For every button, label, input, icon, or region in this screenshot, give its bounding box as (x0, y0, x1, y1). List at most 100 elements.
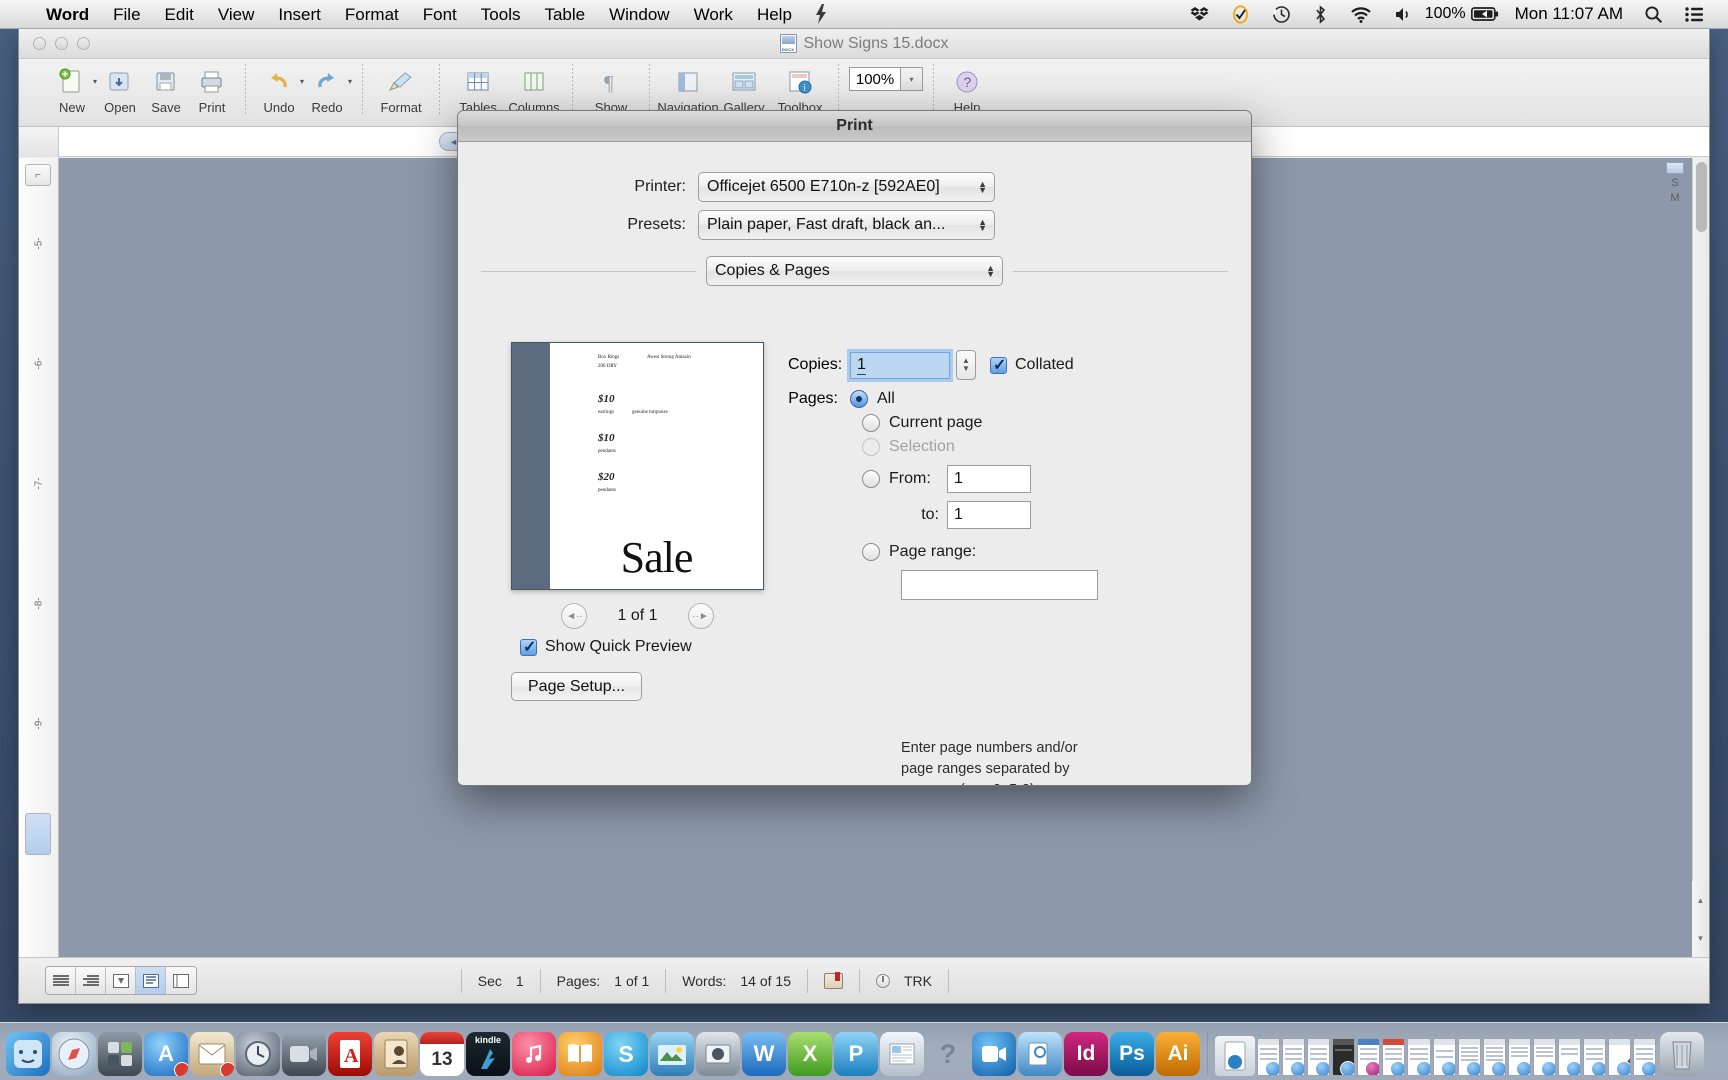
toolbar-button-show[interactable]: ¶ Show (583, 61, 639, 115)
dock-item-mail[interactable] (190, 1032, 234, 1076)
dock-item-calendar[interactable]: 13 (420, 1032, 464, 1076)
menu-item-font[interactable]: Font (411, 0, 469, 29)
copies-input[interactable]: 1 (850, 352, 950, 379)
menu-item-table[interactable]: Table (532, 0, 597, 29)
zoom-dropdown-arrow-icon[interactable]: ▾ (901, 67, 923, 91)
toolbar-button-print[interactable]: Print (189, 61, 235, 115)
print-layout-view-icon[interactable] (136, 967, 166, 994)
toolbar-button-new[interactable]: New (49, 61, 95, 115)
indent-handle-icon[interactable] (25, 813, 51, 855)
time-machine-icon[interactable] (1261, 0, 1302, 29)
scroll-down-button[interactable]: ▼ (1692, 919, 1709, 957)
toolbar-button-format[interactable]: Format (373, 61, 429, 115)
to-input[interactable]: 1 (947, 501, 1031, 529)
search-icon[interactable] (1633, 0, 1674, 29)
right-side-panel[interactable]: S M (1658, 158, 1692, 218)
wifi-icon[interactable] (1339, 0, 1383, 29)
zoom-value[interactable]: 100% (849, 67, 901, 91)
toolbar-button-open[interactable]: Open (97, 61, 143, 115)
radio-page-range[interactable] (862, 543, 880, 561)
dock-item-time-machine[interactable] (236, 1032, 280, 1076)
menu-item-window[interactable]: Window (597, 0, 681, 29)
minimized-window[interactable] (1307, 1038, 1330, 1076)
outline-view-icon[interactable] (76, 967, 106, 994)
dock-item-powerpoint[interactable]: P (834, 1032, 878, 1076)
view-mode-buttons[interactable] (45, 966, 197, 995)
trash-icon[interactable] (1660, 1032, 1704, 1076)
dock-minimized-downloads[interactable] (1215, 1036, 1255, 1076)
copies-stepper[interactable]: ▲▼ (956, 350, 976, 380)
ruler-tab-selector[interactable]: ⌐ (25, 164, 53, 186)
flash-icon[interactable] (804, 0, 838, 29)
page-setup-button[interactable]: Page Setup... (511, 672, 642, 701)
minimized-window[interactable] (1583, 1038, 1606, 1076)
vertical-scrollbar[interactable]: ▲ ▼ (1692, 158, 1709, 957)
menu-item-format[interactable]: Format (333, 0, 411, 29)
notebook-view-icon[interactable] (166, 967, 196, 994)
menu-item-tools[interactable]: Tools (469, 0, 533, 29)
battery-percent[interactable]: 100% (1425, 5, 1469, 23)
scroll-up-button[interactable]: ▲ (1692, 881, 1709, 919)
dock-item-itunes[interactable] (512, 1032, 556, 1076)
minimized-window[interactable] (1633, 1038, 1656, 1076)
pane-select[interactable]: Copies & Pages ▲▼ (706, 256, 1003, 286)
spelling-book-icon[interactable] (824, 973, 843, 989)
status-spelling[interactable] (808, 973, 859, 989)
word-status-bar[interactable]: Sec 1 Pages: 1 of 1 Words: 14 of 15 TRK (19, 957, 1709, 1003)
dock-item-finder[interactable] (6, 1032, 50, 1076)
notification-center-icon[interactable] (1674, 0, 1716, 29)
toolbar-button-undo[interactable]: Undo (256, 61, 302, 115)
minimized-window[interactable] (1407, 1038, 1430, 1076)
checkmark-circle-icon[interactable] (1220, 0, 1261, 29)
dock-item-facetime[interactable] (282, 1032, 326, 1076)
minimized-window[interactable] (1257, 1038, 1280, 1076)
next-page-icon[interactable]: ··► (688, 603, 714, 629)
menu-item-help[interactable]: Help (745, 0, 804, 29)
print-preview[interactable]: Box Rings Awest Strong Amazin 200 DRY $1… (511, 342, 764, 590)
dock-item-iphoto[interactable] (650, 1032, 694, 1076)
toolbar-button-navigation[interactable]: Navigation (660, 61, 716, 115)
dock-item-unknown-app[interactable]: ? (926, 1032, 970, 1076)
scrollbar-thumb[interactable] (1696, 162, 1707, 232)
track-changes-icon[interactable] (876, 974, 890, 988)
toolbar-button-help[interactable]: ? Help (944, 61, 990, 115)
dock-item-address-book[interactable] (374, 1032, 418, 1076)
zoom-control[interactable]: 100% ▾ (849, 67, 923, 91)
collated-checkbox[interactable] (990, 357, 1007, 374)
menu-item-word[interactable]: Word (34, 0, 101, 29)
dock-item-adobe-reader[interactable]: A (328, 1032, 372, 1076)
minimized-window[interactable] (1533, 1038, 1556, 1076)
show-quick-preview-row[interactable]: Show Quick Preview (520, 638, 692, 656)
menu-item-file[interactable]: File (101, 0, 152, 29)
dock-item-excel[interactable]: X (788, 1032, 832, 1076)
dropbox-icon[interactable] (1179, 0, 1220, 29)
page-range-input[interactable] (901, 570, 1098, 600)
from-input[interactable]: 1 (947, 465, 1031, 493)
menu-item-work[interactable]: Work (682, 0, 745, 29)
radio-all[interactable] (850, 390, 868, 408)
bluetooth-icon[interactable] (1302, 0, 1339, 29)
mac-menu-bar[interactable]: Word File Edit View Insert Format Font T… (0, 0, 1728, 29)
dock-item-ibooks[interactable] (558, 1032, 602, 1076)
minimized-window[interactable] (1382, 1038, 1405, 1076)
mac-dock[interactable]: A A 13 kindle S W X P (0, 1022, 1728, 1080)
menu-item-insert[interactable]: Insert (266, 0, 333, 29)
toolbar-button-toolbox[interactable]: i Toolbox (772, 61, 828, 115)
dock-item-word[interactable]: W (742, 1032, 786, 1076)
minimized-window[interactable] (1332, 1038, 1355, 1076)
toolbar-button-columns[interactable]: Columns (506, 61, 562, 115)
dock-item-illustrator[interactable]: Ai (1156, 1032, 1200, 1076)
minimized-window[interactable] (1458, 1038, 1481, 1076)
dock-item-image-capture[interactable] (696, 1032, 740, 1076)
dock-item-newsstand[interactable] (880, 1032, 924, 1076)
minimized-window[interactable] (1282, 1038, 1305, 1076)
minimized-window[interactable] (1558, 1038, 1581, 1076)
redo-dropdown-arrow-icon[interactable]: ▾ (348, 77, 352, 86)
window-title-bar[interactable]: Show Signs 15.docx (19, 29, 1709, 59)
draft-view-icon[interactable] (46, 967, 76, 994)
minimized-window[interactable] (1357, 1038, 1380, 1076)
toolbar-button-redo[interactable]: Redo (304, 61, 350, 115)
minimized-window[interactable] (1608, 1038, 1631, 1076)
minimized-window[interactable] (1433, 1038, 1456, 1076)
ruler-indent-marker[interactable] (25, 813, 53, 855)
